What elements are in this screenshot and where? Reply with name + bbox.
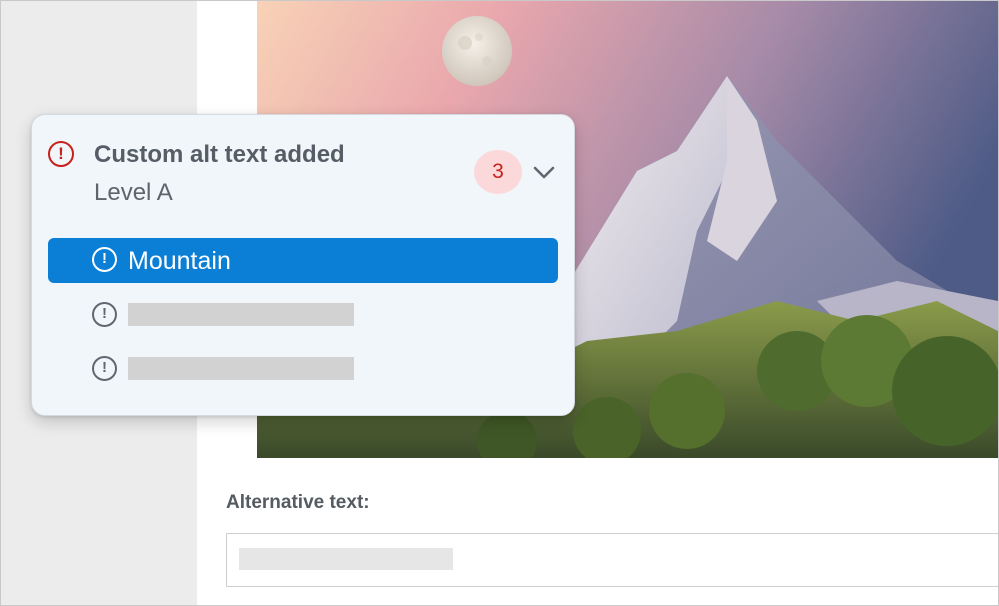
issue-item[interactable]: ! — [48, 293, 558, 338]
alt-text-label: Alternative text: — [226, 492, 370, 513]
issue-item-placeholder — [128, 357, 354, 380]
exclamation-circle-icon: ! — [92, 247, 117, 272]
issue-item[interactable]: ! — [48, 347, 558, 392]
exclamation-circle-icon: ! — [92, 356, 117, 381]
exclamation-circle-icon: ! — [92, 302, 117, 327]
issue-item-placeholder — [128, 303, 354, 326]
issue-item-label: Mountain — [128, 247, 231, 275]
chevron-down-icon[interactable] — [532, 160, 556, 184]
card-title: Custom alt text added — [94, 141, 345, 168]
alt-text-placeholder — [239, 548, 453, 570]
alt-text-input[interactable] — [226, 533, 998, 587]
card-level: Level A — [94, 179, 173, 206]
exclamation-circle-icon: ! — [48, 141, 74, 167]
accessibility-issue-card: ! Custom alt text added Level A 3 ! Moun… — [31, 114, 575, 416]
issue-item-mountain[interactable]: ! Mountain — [48, 238, 558, 283]
issue-count-badge: 3 — [474, 150, 522, 194]
app-window: Alternative text: ! Custom alt text adde… — [0, 0, 999, 606]
